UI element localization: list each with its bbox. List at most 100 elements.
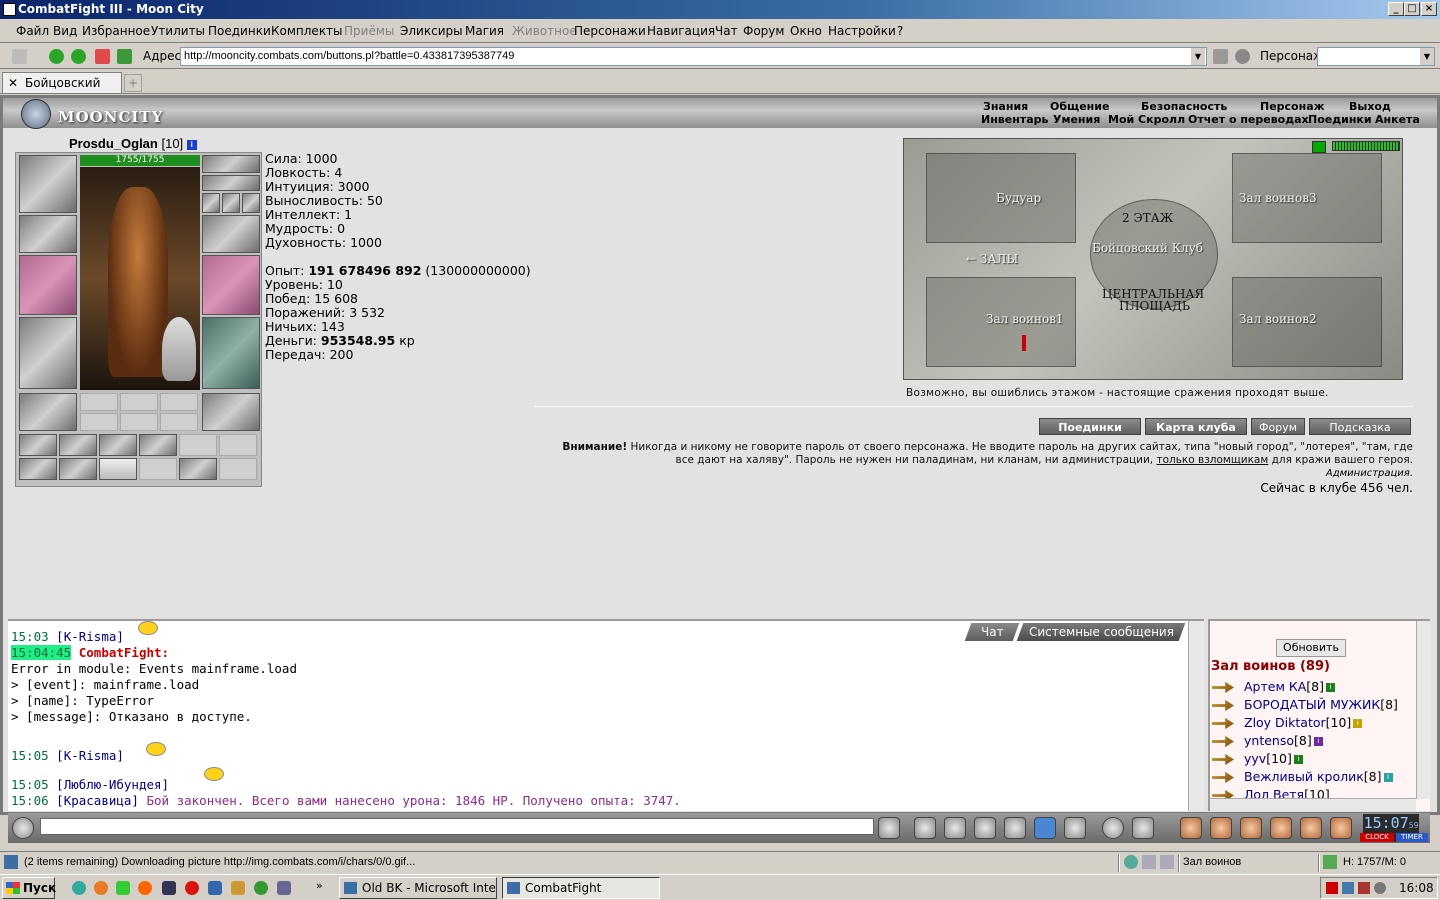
tab-chat[interactable]: Чат [964,623,1020,641]
quicklaunch-icon[interactable] [72,881,86,895]
menu-forum[interactable]: Форум [743,19,784,43]
back-icon[interactable] [49,49,64,64]
online-user[interactable]: БОРОДАТЫЙ МУЖИК[8] [1212,697,1398,715]
heal-icon[interactable] [99,458,137,480]
minimize-button[interactable]: _ [1388,2,1404,16]
forward-icon[interactable] [71,49,86,64]
network-icon[interactable] [277,881,291,895]
menu-navigation[interactable]: Навигация [647,19,715,43]
spell-slot-12[interactable] [219,458,257,480]
save-log-icon[interactable] [974,817,996,839]
chevron-right-icon[interactable]: » [316,879,323,892]
filter-icon[interactable] [944,817,966,839]
tray-icon-4[interactable] [1374,882,1386,894]
nav-transfer-report[interactable]: Отчет о переводах [1188,113,1309,126]
map-label-halls[interactable]: ← ЗАЛЫ [966,252,1018,266]
sound-icon[interactable] [1064,817,1086,839]
chat-nick[interactable]: [K-Risma] [56,748,124,763]
chat-scrollbar[interactable] [1188,621,1204,811]
address-input[interactable]: http://mooncity.combats.com/buttons.pl?b… [180,47,1207,66]
earring-slot[interactable] [202,155,260,173]
weapon-left-slot[interactable] [19,255,77,315]
rune-slot-3[interactable] [160,413,198,431]
map-toggle-icon[interactable] [1312,141,1326,153]
lock-icon[interactable] [99,434,137,456]
chat-input[interactable] [40,818,874,835]
mail-icon[interactable] [138,881,152,895]
ring-slot-1[interactable] [202,193,220,213]
spell-slot-7[interactable] [19,458,57,480]
boots-slot[interactable] [202,393,260,431]
rune-slot-1[interactable] [80,413,118,431]
game-icon[interactable] [254,881,268,895]
character-name[interactable]: Prosdu_Oglan [10] i [69,136,197,151]
online-scrollbar[interactable] [1416,621,1430,799]
browser-icon[interactable] [208,881,222,895]
fights-button[interactable]: Поединки [1039,418,1141,435]
close-button[interactable]: × [1421,2,1437,16]
chevron-down-icon[interactable]: ▼ [1420,48,1434,65]
gloves-slot[interactable] [202,215,260,253]
chat-nick[interactable]: [Красавица] [56,793,139,808]
opera-icon[interactable] [185,881,199,895]
menu-utilities[interactable]: Утилиты [151,19,205,43]
go-icon[interactable] [1213,49,1228,64]
address-dropdown[interactable]: ▼ [1191,48,1205,65]
task-old-bk[interactable]: Old BK - Microsoft Intern... [339,877,497,899]
map-label-hall1[interactable]: Зал воинов1 [986,312,1064,326]
users-icon[interactable] [1235,49,1250,64]
ring-slot-2[interactable] [222,193,240,213]
stop-icon[interactable] [95,49,110,64]
close-tab-icon[interactable]: ✕ [8,73,18,93]
nav-knowledge[interactable]: Знания [983,100,1028,113]
hackers-link[interactable]: только взломщикам [1156,454,1268,466]
maximize-button[interactable]: □ [1404,2,1420,16]
bracers-slot[interactable] [19,215,77,253]
spell-slot-10[interactable] [139,458,177,480]
info-icon[interactable]: i [186,139,197,150]
menu-view[interactable]: Вид [53,19,77,43]
nav-security[interactable]: Безопасность [1141,100,1227,113]
character-portrait[interactable] [80,167,200,390]
menu-favorites[interactable]: Избранное [82,19,150,43]
online-user[interactable]: Вежливый кролик[8] i [1212,769,1393,787]
character-nick[interactable]: Prosdu_Oglan [69,136,158,151]
send-icon[interactable] [878,817,900,839]
club-map-button[interactable]: Карта клуба [1145,418,1247,435]
inventory-icon[interactable] [1180,817,1202,839]
online-user[interactable]: Zloy Diktator[10] i [1212,715,1363,733]
menu-fights[interactable]: Поединки [208,19,271,43]
timer-tab[interactable]: TIMER [1396,833,1428,842]
spell-slot-6[interactable] [219,434,257,456]
online-user[interactable]: Артем КА[8] i [1212,679,1336,697]
scroll-slot-2[interactable] [120,393,158,411]
nav-skills[interactable]: Умения [1053,113,1100,126]
hint-button[interactable]: Подсказка [1309,418,1411,435]
settings-icon[interactable] [1132,817,1154,839]
nav-communication[interactable]: Общение [1050,100,1109,113]
spell-slot-1[interactable] [19,434,57,456]
nav-exit[interactable]: Выход [1349,100,1391,113]
smiley-picker-icon[interactable] [1102,817,1124,839]
desktop-icon[interactable] [162,881,176,895]
map-label-square-2[interactable]: ПЛОЩАДЬ [1119,299,1190,313]
amulet-slot[interactable] [202,175,260,191]
panel-icon-2[interactable] [1160,855,1174,869]
map-label-club[interactable]: Бойцовский Клуб [1092,241,1203,255]
friends-icon[interactable] [1240,817,1262,839]
ring-slot-3[interactable] [242,193,260,213]
tab-fight-club[interactable]: ✕ Бойцовский клуб [2,72,122,110]
start-button[interactable]: Пуск [2,877,56,899]
online-hscrollbar[interactable] [1210,798,1416,811]
cancel-spell-icon[interactable] [59,458,97,480]
pants-slot[interactable] [202,317,260,389]
online-user[interactable]: yntenso[8] i [1212,733,1323,751]
new-tab-button[interactable]: + [124,74,142,92]
menu-file[interactable]: Файл [16,19,49,43]
firefox-icon[interactable] [94,881,108,895]
exit-icon[interactable] [1330,817,1352,839]
percent-icon[interactable] [1034,817,1056,839]
task-combatfight[interactable]: CombatFight [502,877,660,899]
menu-settings[interactable]: Настройки [828,19,896,43]
refresh-icon[interactable] [117,49,132,64]
